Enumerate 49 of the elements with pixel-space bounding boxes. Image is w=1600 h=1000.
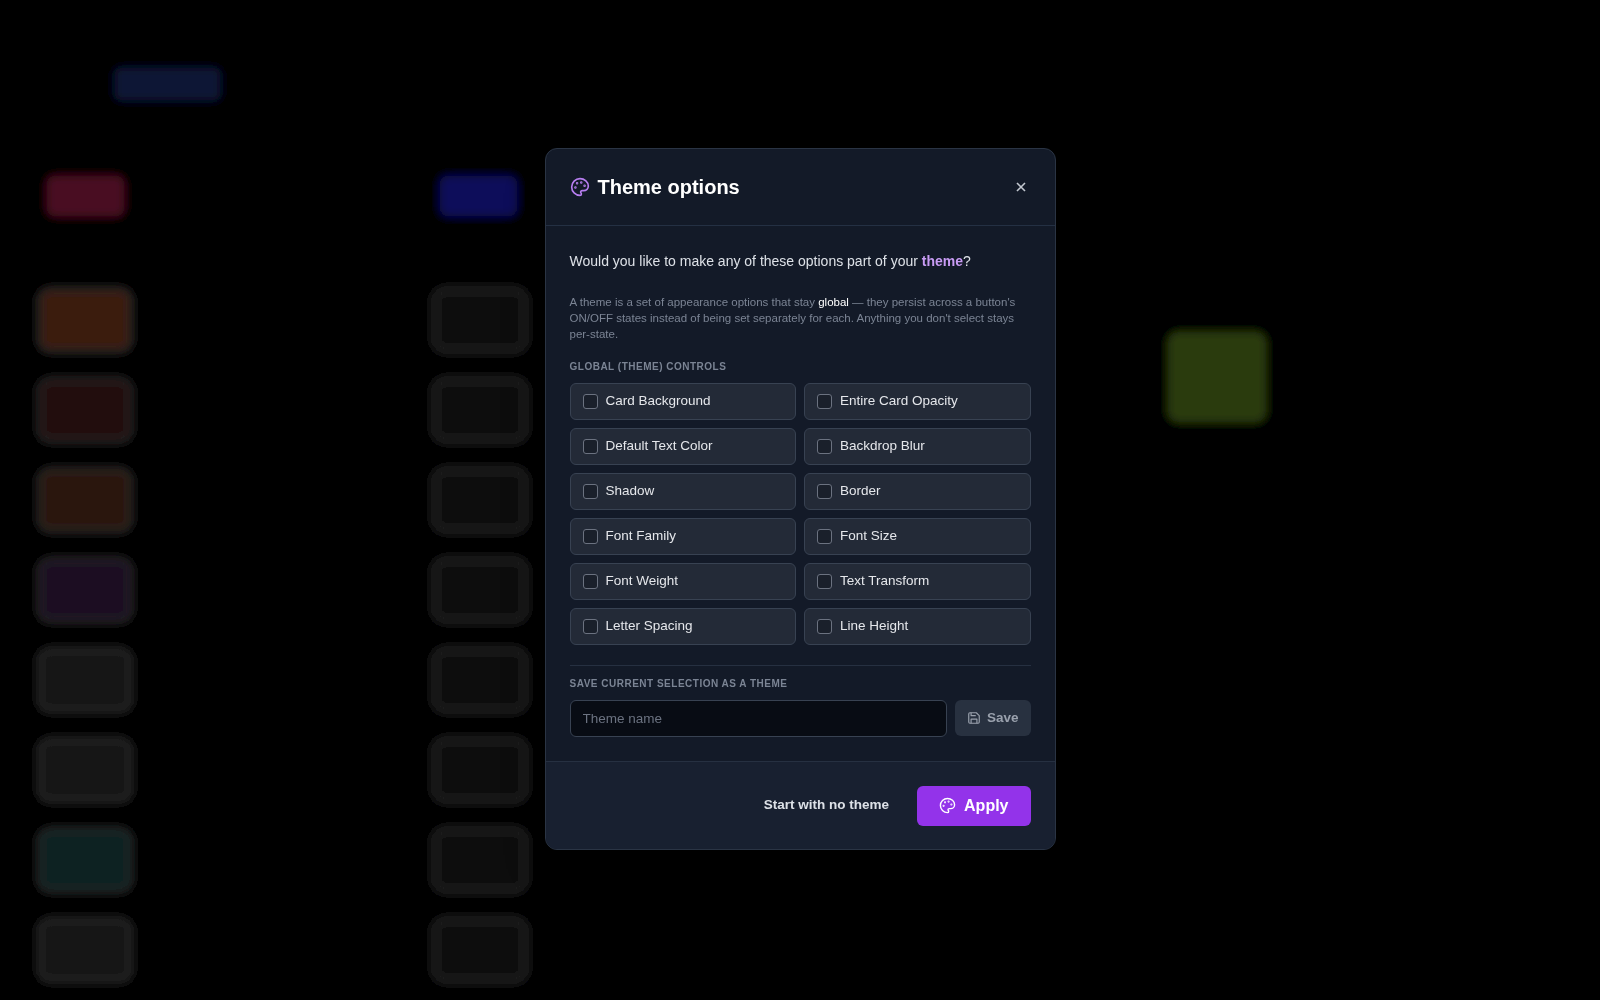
option-label: Default Text Color bbox=[605, 437, 713, 456]
option-toggle[interactable]: Card Background bbox=[569, 383, 796, 420]
checkbox[interactable] bbox=[582, 484, 598, 499]
option-toggle[interactable]: Font Size bbox=[804, 518, 1031, 555]
option-toggle[interactable]: Border bbox=[804, 473, 1031, 510]
save-button[interactable]: Save bbox=[954, 700, 1031, 736]
option-label: Card Background bbox=[605, 392, 711, 411]
save-icon bbox=[966, 711, 981, 725]
option-label: Font Weight bbox=[605, 572, 679, 591]
question-text: Would you like to make any of these options part of your theme? bbox=[569, 252, 972, 271]
checkbox[interactable] bbox=[817, 484, 832, 499]
dialog-title: Theme options bbox=[597, 175, 740, 200]
palette-icon bbox=[569, 177, 590, 197]
checkbox[interactable] bbox=[582, 394, 598, 409]
option-toggle[interactable]: Entire Card Opacity bbox=[804, 383, 1031, 420]
option-label: Entire Card Opacity bbox=[840, 392, 958, 411]
option-toggle[interactable]: Line Height bbox=[804, 608, 1031, 645]
option-toggle[interactable]: Letter Spacing bbox=[569, 608, 796, 645]
option-label: Line Height bbox=[840, 617, 909, 636]
checkbox[interactable] bbox=[817, 574, 832, 589]
option-label: Text Transform bbox=[840, 572, 930, 591]
apply-button[interactable]: Apply bbox=[917, 785, 1031, 826]
controls-heading: GLOBAL (THEME) CONTROLS bbox=[569, 360, 728, 374]
no-theme-button[interactable]: Start with no theme bbox=[763, 795, 890, 816]
checkbox[interactable] bbox=[817, 439, 832, 454]
close-icon bbox=[1014, 181, 1027, 193]
checkbox[interactable] bbox=[817, 394, 832, 409]
option-toggle[interactable]: Default Text Color bbox=[569, 428, 796, 465]
option-toggle[interactable]: Text Transform bbox=[804, 563, 1031, 600]
palette-icon bbox=[939, 797, 957, 814]
checkbox[interactable] bbox=[817, 619, 832, 634]
checkbox[interactable] bbox=[582, 574, 598, 589]
checkbox[interactable] bbox=[582, 619, 598, 634]
option-label: Font Family bbox=[605, 527, 676, 546]
option-toggle[interactable]: Shadow bbox=[569, 473, 796, 510]
option-label: Backdrop Blur bbox=[840, 437, 925, 456]
option-label: Letter Spacing bbox=[605, 617, 693, 636]
checkbox[interactable] bbox=[817, 529, 832, 544]
option-toggle[interactable]: Backdrop Blur bbox=[804, 428, 1031, 465]
option-toggle[interactable]: Font Family bbox=[569, 518, 796, 555]
option-toggle[interactable]: Font Weight bbox=[569, 563, 796, 600]
description-text: A theme is a set of appearance options that stay global — they persist across a button's ON/OFF states instead of being set separately for each. Anything you don't select stays per-state. bbox=[569, 295, 1017, 342]
save-heading: SAVE CURRENT SELECTION AS A THEME bbox=[569, 677, 789, 691]
option-label: Font Size bbox=[840, 527, 898, 546]
option-label: Shadow bbox=[605, 482, 655, 501]
checkbox[interactable] bbox=[582, 529, 598, 544]
checkbox[interactable] bbox=[582, 439, 598, 454]
option-label: Border bbox=[840, 482, 881, 501]
theme-name-field[interactable]: Theme name bbox=[569, 700, 947, 737]
